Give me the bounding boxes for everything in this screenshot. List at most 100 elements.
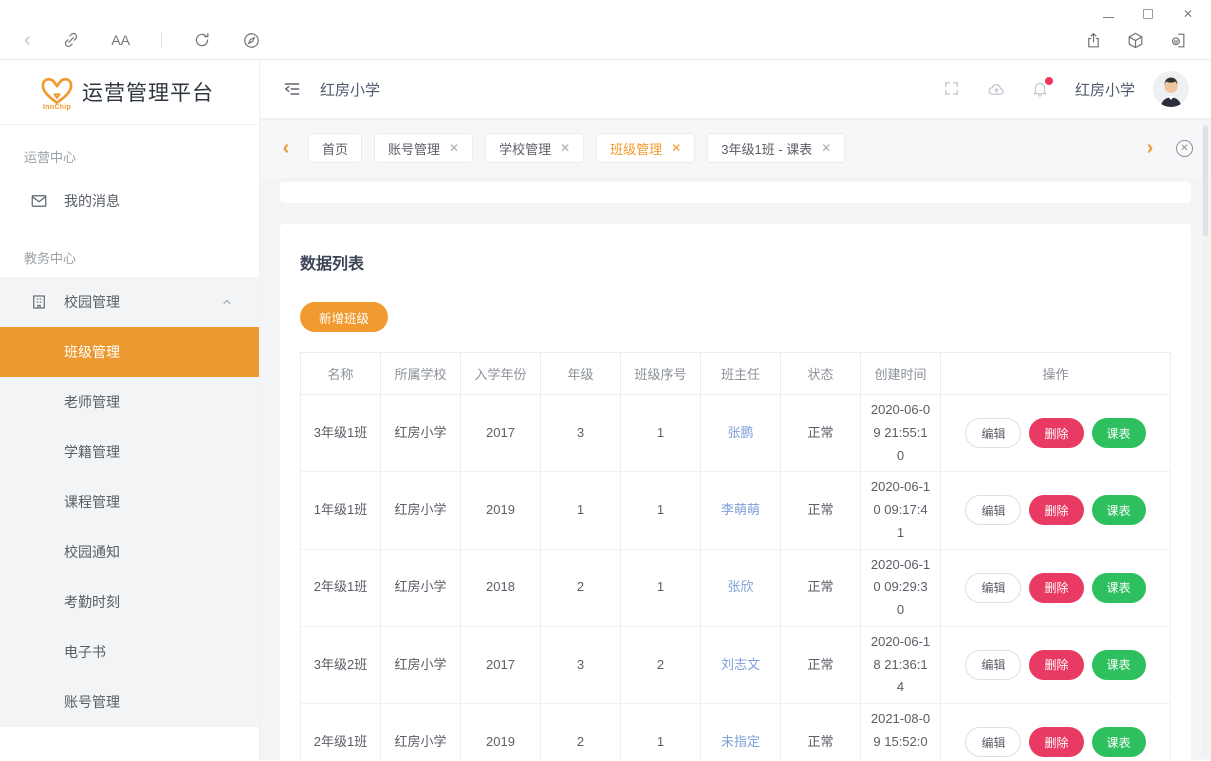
maximize-icon[interactable] xyxy=(1135,5,1161,23)
tab-class-management[interactable]: 班级管理 ✕ xyxy=(596,133,695,163)
tab-label: 学校管理 xyxy=(499,139,551,158)
refresh-icon[interactable] xyxy=(192,30,212,50)
user-name: 红房小学 xyxy=(1075,79,1135,100)
cell-school: 红房小学 xyxy=(381,549,461,626)
cube-icon[interactable] xyxy=(1125,30,1145,50)
tab-close-icon[interactable]: ✕ xyxy=(821,142,831,154)
minimize-icon[interactable] xyxy=(1095,5,1121,23)
sidebar-item-campus-management[interactable]: 校园管理 xyxy=(0,277,259,327)
tab-label: 班级管理 xyxy=(610,139,662,158)
tab-label: 3年级1班 - 课表 xyxy=(721,139,812,158)
table-row: 3年级2班 红房小学 2017 3 2 刘志文 正常 2020-06-18 21… xyxy=(301,626,1171,703)
edit-button[interactable]: 编辑 xyxy=(965,727,1021,757)
cell-grade: 3 xyxy=(541,395,621,472)
cell-operations: 编辑 删除 课表 xyxy=(941,704,1171,761)
tabs-scroll-left-icon[interactable]: ‹ xyxy=(278,138,294,158)
col-grade: 年级 xyxy=(541,353,621,395)
teacher-link[interactable]: 刘志文 xyxy=(701,626,781,703)
cell-status: 正常 xyxy=(781,549,861,626)
cell-created: 2021-08-09 15:52:05 xyxy=(861,704,941,761)
fullscreen-icon[interactable] xyxy=(943,80,961,98)
cell-school: 红房小学 xyxy=(381,626,461,703)
link-icon[interactable] xyxy=(61,30,81,50)
sidebar-item-course-management[interactable]: 课程管理 xyxy=(0,477,259,527)
back-icon[interactable]: ‹ xyxy=(24,30,31,50)
sidebar-item-student-record-management[interactable]: 学籍管理 xyxy=(0,427,259,477)
delete-button[interactable]: 删除 xyxy=(1029,727,1083,757)
col-enroll-year: 入学年份 xyxy=(461,353,541,395)
tab-account-management[interactable]: 账号管理 ✕ xyxy=(374,133,473,163)
schedule-button[interactable]: 课表 xyxy=(1092,727,1146,757)
exit-account-icon[interactable] xyxy=(1167,30,1187,50)
sidebar-item-class-management[interactable]: 班级管理 xyxy=(0,327,259,377)
schedule-button[interactable]: 课表 xyxy=(1092,495,1146,525)
nav-group-campus: 校园管理 班级管理 老师管理 学籍管理 课程管理 校园通知 考勤时刻 电子书 账… xyxy=(0,277,259,727)
tab-close-icon[interactable]: ✕ xyxy=(671,142,681,154)
cell-grade: 2 xyxy=(541,704,621,761)
sidebar-item-label: 我的消息 xyxy=(64,191,120,211)
teacher-link[interactable]: 未指定 xyxy=(701,704,781,761)
cell-year: 2019 xyxy=(461,704,541,761)
delete-button[interactable]: 删除 xyxy=(1029,495,1083,525)
edit-button[interactable]: 编辑 xyxy=(965,495,1021,525)
scrollbar-thumb[interactable] xyxy=(1203,126,1208,236)
edit-button[interactable]: 编辑 xyxy=(965,418,1021,448)
cell-year: 2018 xyxy=(461,549,541,626)
delete-button[interactable]: 删除 xyxy=(1029,650,1083,680)
collapse-sidebar-icon[interactable] xyxy=(282,79,302,99)
cell-seq: 1 xyxy=(621,472,701,549)
cell-status: 正常 xyxy=(781,472,861,549)
tabs-scroll-right-icon[interactable]: › xyxy=(1142,138,1158,158)
delete-button[interactable]: 删除 xyxy=(1029,573,1083,603)
cloud-upload-icon[interactable] xyxy=(987,80,1005,98)
share-icon[interactable] xyxy=(1083,30,1103,50)
add-class-button[interactable]: 新增班级 xyxy=(300,302,388,332)
table-row: 2年级1班 红房小学 2018 2 1 张欣 正常 2020-06-10 09:… xyxy=(301,549,1171,626)
teacher-link[interactable]: 李萌萌 xyxy=(701,472,781,549)
cell-name: 2年级1班 xyxy=(301,704,381,761)
content-area: 数据列表 新增班级 名称 所属学校 入学年份 年级 班级序号 xyxy=(260,178,1211,760)
logo-heart-icon: InnChip xyxy=(38,74,76,111)
sidebar-item-account-management[interactable]: 账号管理 xyxy=(0,677,259,727)
app-title: 运营管理平台 xyxy=(82,77,214,107)
sidebar-item-teacher-management[interactable]: 老师管理 xyxy=(0,377,259,427)
open-tabs: 首页 账号管理 ✕ 学校管理 ✕ 班级管理 ✕ 3年级1班 - 课表 ✕ xyxy=(308,133,1130,163)
cell-operations: 编辑 删除 课表 xyxy=(941,626,1171,703)
cell-status: 正常 xyxy=(781,626,861,703)
sidebar-item-messages[interactable]: 我的消息 xyxy=(0,176,259,226)
table-header-row: 名称 所属学校 入学年份 年级 班级序号 班主任 状态 创建时间 操作 xyxy=(301,353,1171,395)
app-toolbar: ‹ AA xyxy=(0,24,1211,56)
tab-close-icon[interactable]: ✕ xyxy=(560,142,570,154)
edit-button[interactable]: 编辑 xyxy=(965,650,1021,680)
delete-button[interactable]: 删除 xyxy=(1029,418,1083,448)
chevron-up-icon xyxy=(221,296,233,308)
tab-close-icon[interactable]: ✕ xyxy=(449,142,459,154)
close-icon[interactable]: ✕ xyxy=(1175,5,1201,23)
tab-home[interactable]: 首页 xyxy=(308,133,362,163)
cell-operations: 编辑 删除 课表 xyxy=(941,549,1171,626)
cell-grade: 2 xyxy=(541,549,621,626)
schedule-button[interactable]: 课表 xyxy=(1092,418,1146,448)
mail-icon xyxy=(30,192,48,210)
tab-strip: ‹ 首页 账号管理 ✕ 学校管理 ✕ 班级管理 ✕ 3年级1班 xyxy=(260,118,1211,178)
schedule-button[interactable]: 课表 xyxy=(1092,573,1146,603)
sidebar-item-campus-notice[interactable]: 校园通知 xyxy=(0,527,259,577)
cell-seq: 1 xyxy=(621,395,701,472)
cell-created: 2020-06-10 09:29:30 xyxy=(861,549,941,626)
sidebar-item-ebook[interactable]: 电子书 xyxy=(0,627,259,677)
window-titlebar: ✕ ‹ AA xyxy=(0,0,1211,60)
tab-school-management[interactable]: 学校管理 ✕ xyxy=(485,133,584,163)
teacher-link[interactable]: 张鹏 xyxy=(701,395,781,472)
teacher-link[interactable]: 张欣 xyxy=(701,549,781,626)
schedule-button[interactable]: 课表 xyxy=(1092,650,1146,680)
sidebar-item-attendance-time[interactable]: 考勤时刻 xyxy=(0,577,259,627)
tab-class-schedule[interactable]: 3年级1班 - 课表 ✕ xyxy=(707,133,845,163)
close-all-tabs-icon[interactable]: ✕ xyxy=(1176,140,1193,157)
font-size-icon[interactable]: AA xyxy=(111,30,131,50)
page-title: 数据列表 xyxy=(300,250,1171,274)
avatar[interactable] xyxy=(1153,71,1189,107)
edit-button[interactable]: 编辑 xyxy=(965,573,1021,603)
vertical-scrollbar[interactable] xyxy=(1202,124,1209,756)
notifications-button[interactable] xyxy=(1031,80,1049,98)
compass-icon[interactable] xyxy=(242,30,262,50)
